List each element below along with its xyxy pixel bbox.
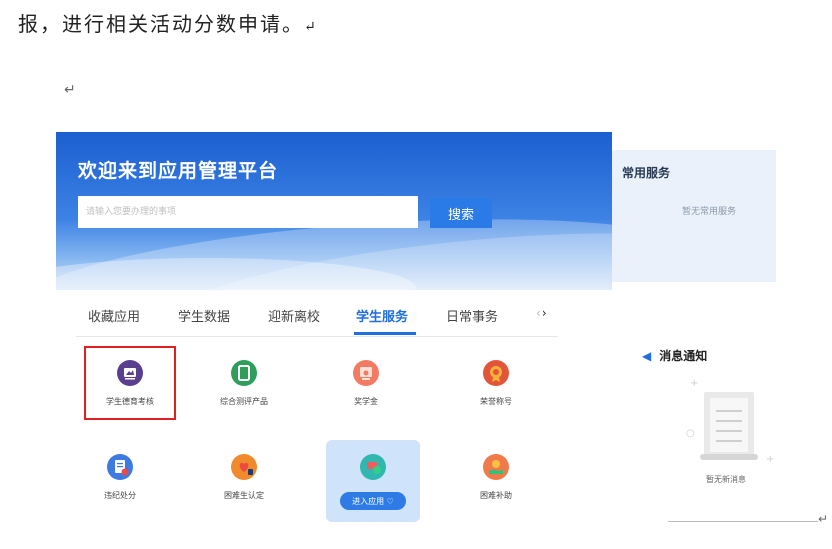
enter-app-button[interactable]: 进入应用 ♡ [340,492,406,510]
tablet-icon [231,360,257,386]
app-label: 违纪处分 [104,491,136,500]
medal-icon [483,360,509,386]
app-comprehensive-evaluation[interactable]: 综合测评产品 [198,360,290,407]
tab-favorites[interactable]: 收藏应用 [88,306,140,325]
app-scholarship[interactable]: 奖学金 [320,360,412,407]
app-label: 综合测评产品 [220,397,268,406]
app-card-hovered[interactable]: 进入应用 ♡ [326,440,420,522]
category-tabs: 收藏应用 学生数据 迎新离校 学生服务 日常事务 ‹› [76,306,558,337]
search-button[interactable]: 搜索 [430,198,492,228]
card-hand-icon [360,454,386,480]
empty-notice-illustration [700,388,758,462]
heart-hand-icon [231,454,257,480]
app-hardship-identification[interactable]: 困难生认定 [198,454,290,501]
search-input[interactable] [78,196,418,228]
hero-title: 欢迎来到应用管理平台 [78,160,279,182]
tab-student-data[interactable]: 学生数据 [178,306,230,325]
common-services-empty: 暂无常用服务 [682,207,737,217]
notices-empty: 暂无新消息 [706,475,746,484]
app-label: 奖学金 [354,397,378,406]
common-services-title: 常用服务 [622,166,671,180]
document-text-line: 报，进行相关活动分数申请。↵ [18,12,316,36]
tab-daily-affairs[interactable]: 日常事务 [446,306,498,325]
app-honor-title[interactable]: 荣誉称号 [450,360,542,407]
common-services-panel: 常用服务 暂无常用服务 [612,150,776,282]
app-label: 荣誉称号 [480,397,512,406]
active-tab-indicator [354,332,416,335]
paragraph-mark: ↵ [64,82,76,98]
paragraph-mark: ↵ [304,19,316,35]
app-disciplinary-action[interactable]: 违纪处分 [74,454,166,501]
tab-student-services[interactable]: 学生服务 [356,306,408,325]
monitor-icon [117,360,143,386]
divider [668,521,818,522]
app-label: 困难补助 [480,491,512,500]
hero-banner: 欢迎来到应用管理平台 搜索 [56,132,612,290]
app-hardship-subsidy[interactable]: 困难补助 [450,454,542,501]
app-label: 学生德育考核 [106,397,154,406]
certificate-icon [353,360,379,386]
hand-coin-icon [483,454,509,480]
tab-enrollment-leaving[interactable]: 迎新离校 [268,306,320,325]
megaphone-icon: ◀ [642,349,652,363]
paragraph-mark: ↵ [818,512,829,526]
tab-scroll-arrows[interactable]: ‹› [536,306,548,320]
app-student-moral-assessment[interactable]: 学生德育考核 [84,346,176,420]
notices-title: ◀ 消息通知 [642,349,708,363]
app-label: 困难生认定 [224,491,264,500]
document-warning-icon [107,454,133,480]
chevron-right-icon[interactable]: › [542,306,548,320]
